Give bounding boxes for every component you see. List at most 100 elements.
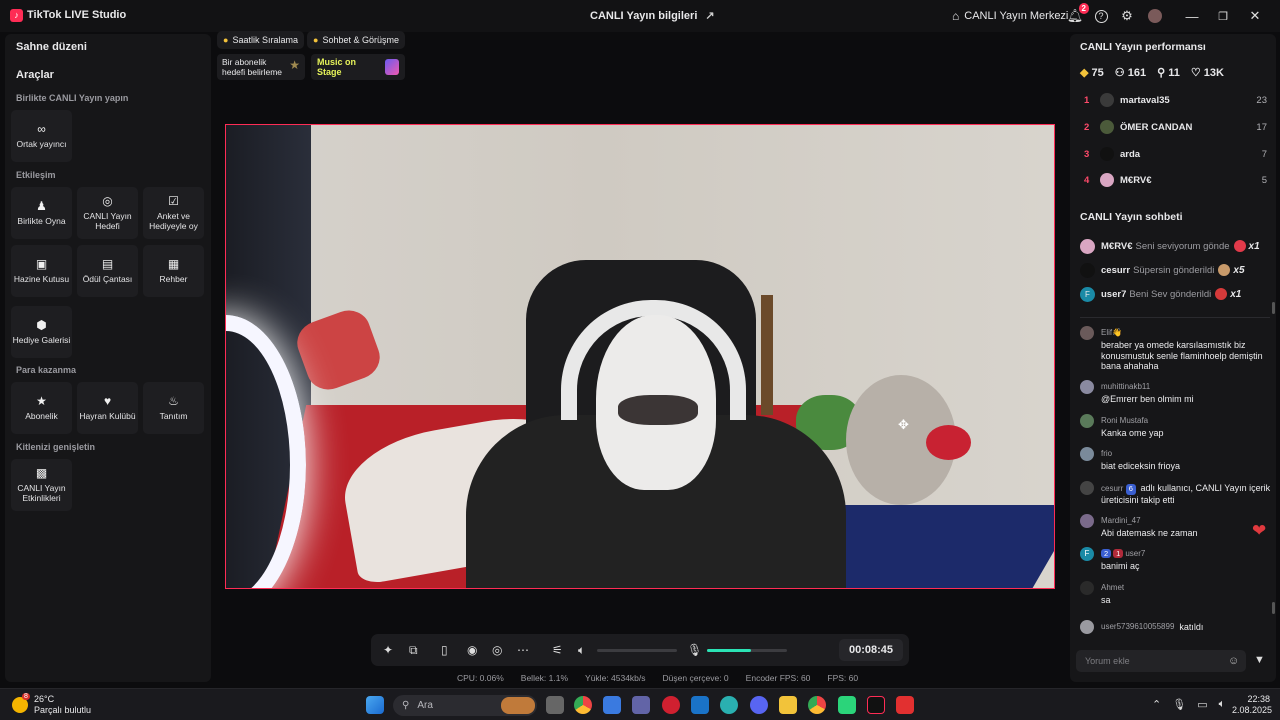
minimize-button[interactable]: — (1183, 7, 1201, 25)
chrome-icon[interactable] (574, 696, 592, 714)
preview-mask-eyes (618, 395, 698, 425)
target-icon: ◎ (102, 194, 113, 208)
phone-icon[interactable]: ▯ (441, 643, 448, 657)
close-button[interactable]: ✕ (1246, 7, 1264, 25)
add-source-icon[interactable]: ⧉ (409, 643, 418, 658)
adjust-icon[interactable]: ⚟ (552, 643, 563, 657)
music-on-stage-chip[interactable]: Music on Stage (311, 54, 405, 80)
level-badge: 6 (1125, 484, 1136, 495)
tool-treasure-box[interactable]: ▣ Hazine Kutusu (11, 245, 72, 297)
tool-reward-bag[interactable]: ▤ Ödül Çantası (77, 245, 138, 297)
volume-slider[interactable] (597, 649, 677, 652)
notification-bell-button[interactable]: 🔔︎ 2 (1066, 3, 1089, 25)
gift-username: user7 (1101, 288, 1127, 300)
level-badge: 2 (1101, 549, 1112, 558)
floating-heart-icon: ❤ (1252, 521, 1267, 540)
live-info-button[interactable]: CANLI Yayın bilgileri ↗ (590, 9, 715, 23)
date: 2.08.2025 (1232, 705, 1273, 715)
ranking-row[interactable]: 1 martaval35 23 (1084, 91, 1267, 109)
people-icon: ⚇ (1114, 67, 1125, 79)
fps-stat: FPS: 60 (827, 673, 859, 683)
file-explorer-icon[interactable] (779, 696, 797, 714)
gift-row[interactable]: cesurr Süpersin gönderildi x5 (1080, 261, 1245, 279)
filter-icon[interactable]: ▼ (1254, 654, 1265, 666)
effects-icon[interactable]: ◎ (492, 643, 502, 657)
help-button[interactable]: ? (1092, 7, 1110, 25)
chat-username: Mardini_47 (1101, 516, 1141, 525)
tool-live-events[interactable]: ▩ CANLI Yayın Etkinlikleri (11, 459, 72, 511)
profile-avatar-button[interactable] (1146, 7, 1164, 25)
gift-row[interactable]: F user7 Beni Sev gönderildi x1 (1080, 285, 1241, 303)
chrome-profile-icon[interactable] (808, 696, 826, 714)
live-center-button[interactable]: ⌂ CANLI Yayın Merkezi (952, 9, 1068, 23)
tool-live-goal[interactable]: ◎ CANLI Yayın Hedefi (77, 187, 138, 239)
chat-username: Roni Mustafa (1101, 416, 1149, 425)
settings-button[interactable]: ⚙ (1118, 7, 1136, 25)
emoji-icon[interactable]: ☺ (1228, 655, 1239, 667)
tool-promote[interactable]: ♨ Tanıtım (143, 382, 204, 434)
volume-icon[interactable]: 🔈︎ (1219, 698, 1226, 711)
tool-cohost[interactable]: ∞ Ortak yayıncı (11, 110, 72, 162)
magic-wand-icon[interactable]: ✦ (383, 643, 393, 657)
chat-username: frio (1101, 449, 1113, 458)
opera-icon[interactable] (662, 696, 680, 714)
comment-input[interactable]: Yorum ekle (1076, 650, 1246, 672)
record-icon[interactable]: ◉ (467, 643, 477, 657)
mic-level-meter[interactable] (707, 649, 787, 652)
rank-username: ÖMER CANDAN (1120, 121, 1193, 133)
discord-icon[interactable] (750, 696, 768, 714)
tool-label: Rehber (159, 274, 188, 284)
chat-user-line: Mardini_47 (1101, 516, 1141, 525)
more-icon[interactable]: ⋯ (517, 643, 529, 657)
chat-text: banimi aç (1101, 561, 1140, 571)
weather-widget[interactable]: 8 26°C Parçalı bulutlu (12, 693, 91, 716)
tool-subscription[interactable]: ★ Abonelik (11, 382, 72, 434)
avatar (1080, 262, 1095, 278)
ranking-row[interactable]: 4 M€RV€ 5 (1084, 171, 1267, 189)
share-icon: ↗ (705, 10, 715, 22)
chevron-up-icon[interactable]: ⌃ (1152, 698, 1161, 711)
chat-user-line: Roni Mustafa (1101, 416, 1148, 425)
tool-fan-club[interactable]: ♥ Hayran Kulübü (77, 382, 138, 434)
shares-stat: ⚲ 11 (1157, 66, 1180, 79)
gift-row[interactable]: M€RV€ Seni seviyorum gönde x1 (1080, 237, 1260, 255)
avatar (1080, 447, 1094, 461)
mic-level-fill (707, 649, 751, 652)
chat-scrollbar[interactable] (1272, 602, 1275, 614)
teams-icon[interactable] (632, 696, 650, 714)
hourly-ranking-chip[interactable]: ● Saatlik Sıralama (217, 31, 304, 49)
diamonds-value: 75 (1091, 67, 1104, 79)
display-icon[interactable]: ▭ (1197, 698, 1207, 711)
gift-scrollbar[interactable] (1272, 302, 1275, 314)
likes-value: 13K (1203, 67, 1224, 79)
tool-gift-gallery[interactable]: ⬢ Hediye Galerisi (11, 306, 72, 358)
live-preview-canvas[interactable]: ✥ (225, 124, 1055, 589)
scene-layout-heading[interactable]: Sahne düzeni (16, 41, 87, 53)
outlook-icon[interactable] (691, 696, 709, 714)
tool-label: CANLI Yayın Etkinlikleri (17, 483, 66, 503)
title-bar: ♪ TikTok LIVE Studio CANLI Yayın bilgile… (0, 0, 1280, 32)
edge-icon[interactable] (720, 696, 738, 714)
tool-guide[interactable]: ▦ Rehber (143, 245, 204, 297)
trophy-icon: ★ (289, 58, 300, 72)
task-view-icon[interactable] (546, 696, 564, 714)
maximize-button[interactable]: ❐ (1214, 7, 1232, 25)
taskbar-search[interactable]: ⚲ Ara (393, 695, 537, 716)
tool-play-together[interactable]: ♟ Birlikte Oyna (11, 187, 72, 239)
mic-tray-icon[interactable]: 🎙︎ (1172, 698, 1186, 711)
media-app-icon[interactable] (896, 696, 914, 714)
clock[interactable]: 22:38 2.08.2025 (1232, 694, 1273, 716)
tool-poll[interactable]: ☑ Anket ve Hediyeyle oy (143, 187, 204, 239)
store-icon[interactable] (603, 696, 621, 714)
microphone-icon[interactable]: 🎙︎ (687, 643, 702, 657)
subscription-goal-chip[interactable]: Bir abonelik hedefi belirleme ★ (217, 54, 305, 80)
tool-label: Hediye Galerisi (12, 335, 71, 345)
calendar-icon: ▩ (35, 466, 48, 480)
start-icon[interactable] (366, 696, 384, 714)
ranking-row[interactable]: 3 arda 7 (1084, 145, 1267, 163)
tiktok-live-studio-icon[interactable] (867, 696, 885, 714)
ranking-row[interactable]: 2 ÖMER CANDAN 17 (1084, 118, 1267, 136)
whatsapp-icon[interactable] (838, 696, 856, 714)
speaker-icon[interactable]: 🔈︎ (578, 643, 585, 658)
chat-meet-chip[interactable]: ● Sohbet & Görüşme (307, 31, 405, 49)
